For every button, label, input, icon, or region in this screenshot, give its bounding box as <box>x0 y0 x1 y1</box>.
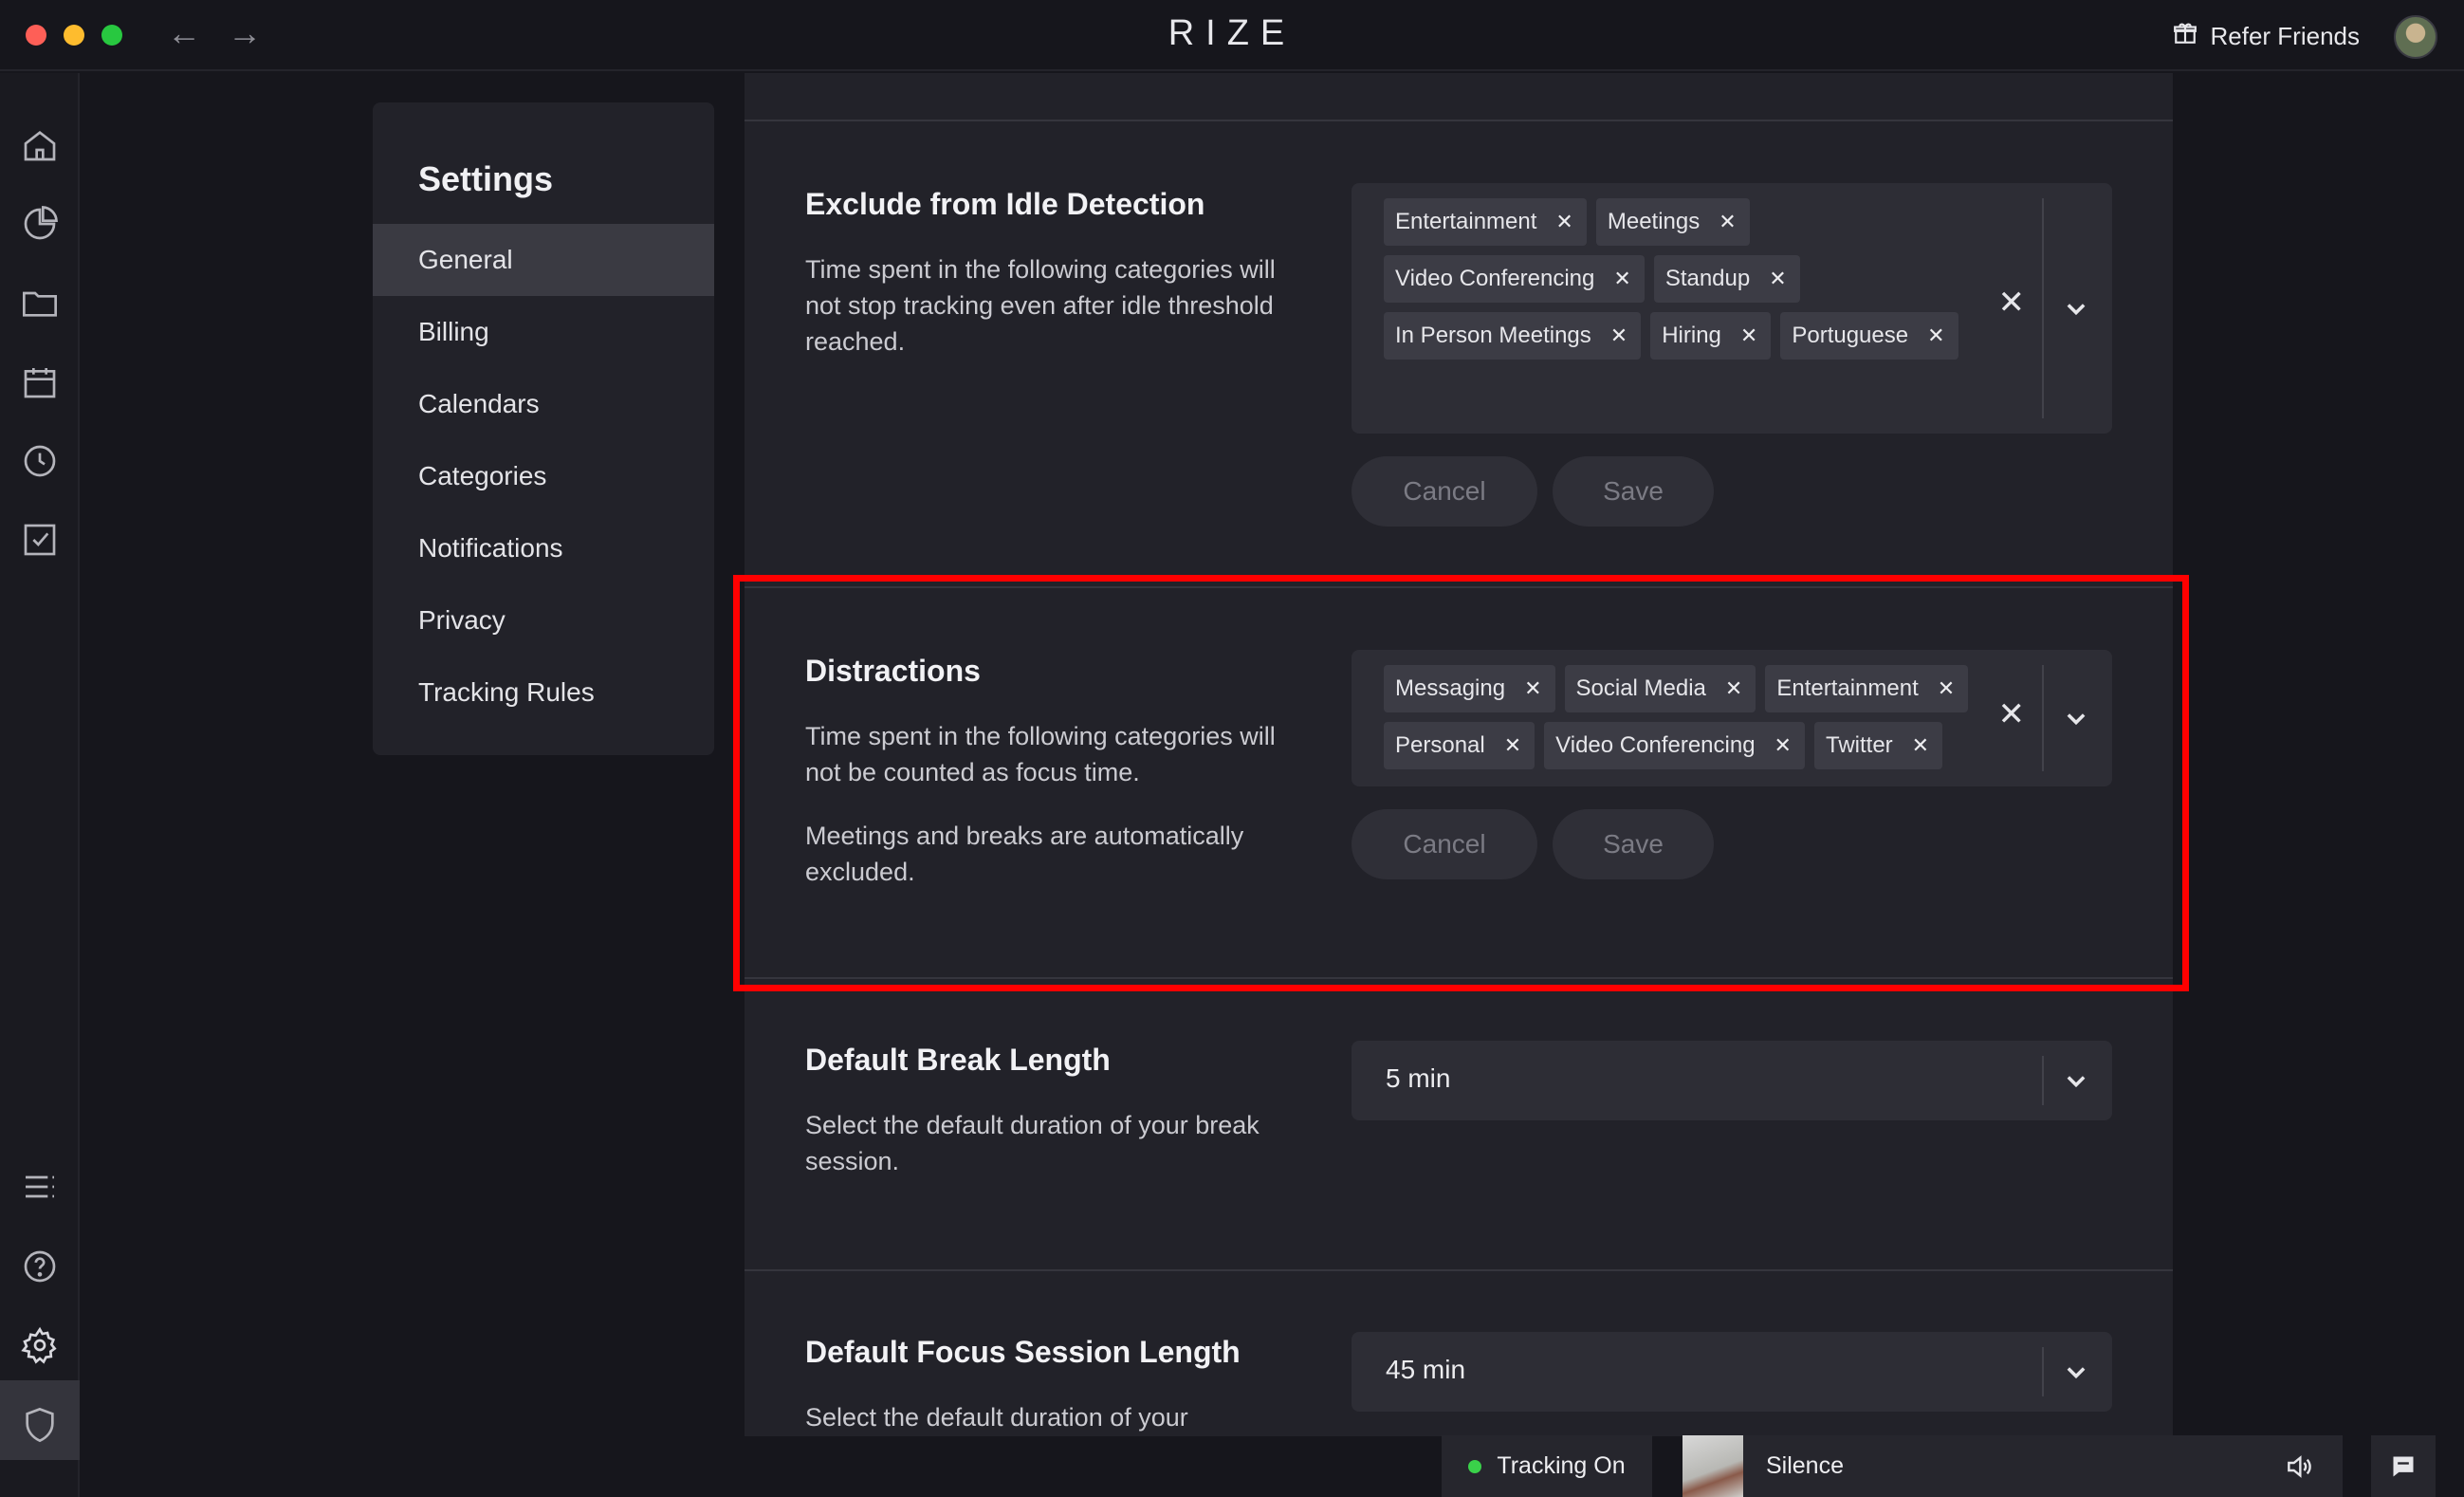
music-player[interactable]: Silence <box>1683 1435 2343 1497</box>
checkbox-icon[interactable] <box>16 516 64 564</box>
break-length-select[interactable]: 5 min <box>1352 1041 2112 1120</box>
remove-chip-icon[interactable]: ✕ <box>1555 210 1572 234</box>
remove-chip-icon[interactable]: ✕ <box>1610 323 1627 348</box>
focus-length-select[interactable]: 45 min <box>1352 1332 2112 1412</box>
settings-nav: Settings General Billing Calendars Categ… <box>373 102 714 755</box>
title-bar: ← → RIZE Refer Friends <box>0 0 2464 71</box>
clear-all-icon[interactable]: ✕ <box>1998 284 2026 322</box>
category-chip: Standup ✕ <box>1653 255 1800 303</box>
select-separator <box>2042 1347 2044 1396</box>
focus-length-value: 45 min <box>1386 1355 1466 1384</box>
settings-item-notifications[interactable]: Notifications <box>373 512 714 584</box>
track-name: Silence <box>1766 1452 1844 1479</box>
remove-chip-icon[interactable]: ✕ <box>1740 323 1757 348</box>
chip-label: Video Conferencing <box>1395 266 1595 291</box>
tracking-status-button[interactable]: Tracking On <box>1442 1435 1652 1497</box>
break-length-description: Select the default duration of your brea… <box>805 1111 1260 1175</box>
chat-button[interactable] <box>2371 1435 2436 1497</box>
settings-item-billing[interactable]: Billing <box>373 296 714 368</box>
category-chip: Hiring ✕ <box>1650 312 1772 360</box>
app-title: RIZE <box>1168 13 1296 53</box>
divider <box>745 1269 2173 1271</box>
tracking-status-label: Tracking On <box>1497 1452 1626 1479</box>
gift-icon <box>2173 21 2197 52</box>
calendar-icon[interactable] <box>16 359 64 406</box>
chip-label: Meetings <box>1607 209 1701 234</box>
category-chip: Portuguese ✕ <box>1780 312 1958 360</box>
refer-friends-label: Refer Friends <box>2210 22 2361 50</box>
chip-label: Hiring <box>1662 323 1721 348</box>
avatar[interactable] <box>2394 15 2437 59</box>
idle-chips: Entertainment ✕ Meetings ✕ Video Conferenc… <box>1384 198 1991 360</box>
chip-label: In Person Meetings <box>1395 323 1591 348</box>
gear-icon[interactable] <box>16 1321 64 1369</box>
refer-friends-button[interactable]: Refer Friends <box>2173 21 2361 52</box>
settings-heading: Settings <box>418 159 554 198</box>
category-chip: Meetings ✕ <box>1595 198 1750 246</box>
break-length-title: Default Break Length <box>805 1043 1111 1077</box>
chip-label: Standup <box>1664 266 1751 291</box>
chip-label: Entertainment <box>1395 209 1537 234</box>
pie-chart-icon[interactable] <box>16 200 64 248</box>
settings-item-tracking-rules[interactable]: Tracking Rules <box>373 656 714 729</box>
category-chip: Video Conferencing ✕ <box>1384 255 1645 303</box>
divider <box>745 120 2173 121</box>
remove-chip-icon[interactable]: ✕ <box>1769 267 1786 291</box>
chip-label: Portuguese <box>1792 323 1909 348</box>
status-dot <box>1468 1459 1482 1473</box>
settings-item-categories[interactable]: Categories <box>373 440 714 512</box>
select-separator <box>2042 198 2044 418</box>
speaker-icon[interactable] <box>2284 1451 2314 1482</box>
settings-item-general[interactable]: General <box>373 224 714 296</box>
home-icon[interactable] <box>16 121 64 169</box>
category-chip: In Person Meetings ✕ <box>1384 312 1642 360</box>
chevron-down-icon[interactable] <box>2063 1358 2089 1385</box>
remove-chip-icon[interactable]: ✕ <box>1719 210 1736 234</box>
break-length-value: 5 min <box>1386 1063 1451 1093</box>
shield-icon[interactable] <box>16 1401 64 1449</box>
idle-cancel-button[interactable]: Cancel <box>1352 456 1537 527</box>
folder-icon[interactable] <box>16 279 64 326</box>
remove-chip-icon[interactable]: ✕ <box>1927 323 1944 348</box>
list-icon[interactable] <box>16 1163 64 1211</box>
idle-section-description: Time spent in the following categories w… <box>805 255 1276 356</box>
chat-icon <box>2393 1456 2414 1476</box>
focus-length-description: Select the default duration of your <box>805 1403 1188 1432</box>
category-chip: Entertainment ✕ <box>1384 198 1587 246</box>
help-icon[interactable] <box>16 1243 64 1290</box>
icon-rail <box>0 73 80 1497</box>
clock-icon[interactable] <box>16 437 64 485</box>
settings-item-calendars[interactable]: Calendars <box>373 368 714 440</box>
chevron-down-icon[interactable] <box>2063 295 2089 322</box>
album-art <box>1683 1435 1743 1497</box>
settings-item-privacy[interactable]: Privacy <box>373 584 714 656</box>
highlight-box <box>733 575 2189 991</box>
chevron-down-icon[interactable] <box>2063 1067 2089 1094</box>
idle-save-button[interactable]: Save <box>1553 456 1714 527</box>
idle-section-title: Exclude from Idle Detection <box>805 187 1205 221</box>
select-separator <box>2042 1056 2044 1105</box>
focus-length-title: Default Focus Session Length <box>805 1335 1241 1369</box>
idle-category-select[interactable]: Entertainment ✕ Meetings ✕ Video Conferenc… <box>1352 183 2112 434</box>
remove-chip-icon[interactable]: ✕ <box>1613 267 1630 291</box>
